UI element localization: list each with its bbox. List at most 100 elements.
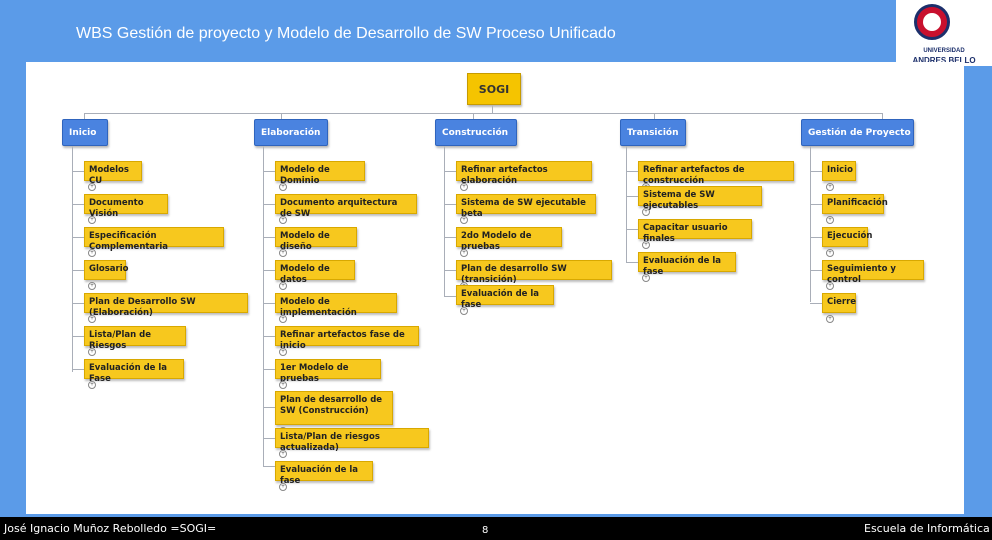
slide-title: WBS Gestión de proyecto y Modelo de Desa… — [76, 25, 616, 42]
expand-icon[interactable]: + — [642, 208, 650, 216]
branch — [810, 237, 822, 238]
branch — [263, 204, 275, 205]
branch — [263, 303, 275, 304]
branch — [626, 171, 638, 172]
expand-icon[interactable]: + — [642, 274, 650, 282]
branch — [444, 204, 456, 205]
expand-icon[interactable]: + — [826, 216, 834, 224]
expand-icon[interactable]: + — [826, 315, 834, 323]
expand-icon[interactable]: + — [88, 216, 96, 224]
expand-icon[interactable]: + — [279, 381, 287, 389]
wbs-item[interactable]: Documento Visión — [84, 194, 168, 219]
wbs-item[interactable]: Evaluación de la fase — [275, 461, 373, 486]
phase-inicio[interactable]: Inicio — [62, 119, 108, 146]
expand-icon[interactable]: + — [460, 249, 468, 257]
wbs-item[interactable]: 1er Modelo de pruebas — [275, 359, 381, 384]
branch — [263, 407, 275, 408]
branch — [810, 270, 822, 271]
wbs-item[interactable]: Evaluación de la fase — [638, 252, 736, 277]
branch — [263, 237, 275, 238]
wbs-item[interactable]: Modelo de diseño — [275, 227, 357, 252]
branch — [810, 303, 822, 304]
expand-icon[interactable]: + — [88, 249, 96, 257]
phase-construccion[interactable]: Construcción — [435, 119, 517, 146]
branch — [626, 196, 638, 197]
wbs-item[interactable]: Modelo de datos — [275, 260, 355, 285]
branch — [263, 336, 275, 337]
column-line — [626, 146, 627, 262]
expand-icon[interactable]: + — [279, 249, 287, 257]
footer-author: José Ignacio Muñoz Rebolledo =SOGI= — [4, 522, 217, 535]
wbs-item[interactable]: Modelo de Dominio — [275, 161, 365, 186]
expand-icon[interactable]: + — [88, 282, 96, 290]
wbs-item[interactable]: Seguimiento y control — [822, 260, 924, 285]
university-logo: UNIVERSIDAD ANDRES BELLO — [896, 0, 992, 66]
expand-icon[interactable]: + — [279, 216, 287, 224]
wbs-item[interactable]: Cierre — [822, 293, 856, 313]
column-line — [444, 146, 445, 296]
expand-icon[interactable]: + — [279, 483, 287, 491]
branch — [72, 171, 84, 172]
wbs-item[interactable]: Evaluación de la Fase — [84, 359, 184, 384]
expand-icon[interactable]: + — [88, 315, 96, 323]
wbs-item[interactable]: Plan de desarrollo de SW (Construcción) — [275, 391, 393, 425]
branch — [72, 303, 84, 304]
column-line — [263, 146, 264, 466]
expand-icon[interactable]: + — [88, 348, 96, 356]
wbs-item[interactable]: Capacitar usuario finales — [638, 219, 752, 244]
phase-gestion-proyecto[interactable]: Gestión de Proyecto — [801, 119, 914, 146]
branch — [444, 270, 456, 271]
branch — [72, 237, 84, 238]
branch — [72, 369, 84, 370]
wbs-item[interactable]: Plan de Desarrollo SW (Elaboración) — [84, 293, 248, 318]
wbs-canvas: SOGI Inicio Elaboración Construcción Tra… — [26, 62, 964, 514]
wbs-item[interactable]: Lista/Plan de riesgos actualizada) — [275, 428, 429, 453]
expand-icon[interactable]: + — [826, 282, 834, 290]
wbs-root-node[interactable]: SOGI — [467, 73, 521, 105]
wbs-item[interactable]: Documento arquitectura de SW — [275, 194, 417, 219]
wbs-item[interactable]: Evaluación de la fase — [456, 285, 554, 310]
branch — [444, 171, 456, 172]
expand-icon[interactable]: + — [279, 450, 287, 458]
wbs-item[interactable]: Modelos CU — [84, 161, 142, 186]
wbs-item[interactable]: Planificación — [822, 194, 888, 214]
wbs-item[interactable]: Inicio — [822, 161, 856, 181]
phase-transicion[interactable]: Transición — [620, 119, 686, 146]
wbs-item[interactable]: 2do Modelo de pruebas — [456, 227, 562, 252]
wbs-item[interactable]: Modelo de implementación — [275, 293, 397, 318]
branch — [263, 466, 275, 467]
logo-line-1: UNIVERSIDAD — [923, 48, 965, 54]
wbs-item[interactable]: Plan de desarrollo SW (transición) — [456, 260, 612, 285]
branch — [263, 270, 275, 271]
branch — [444, 237, 456, 238]
expand-icon[interactable]: + — [460, 307, 468, 315]
expand-icon[interactable]: + — [279, 183, 287, 191]
expand-icon[interactable]: + — [279, 348, 287, 356]
expand-icon[interactable]: + — [88, 183, 96, 191]
expand-icon[interactable]: + — [460, 183, 468, 191]
wbs-item[interactable]: Glosario — [84, 260, 128, 280]
expand-icon[interactable]: + — [826, 183, 834, 191]
expand-icon[interactable]: + — [460, 216, 468, 224]
wbs-item[interactable]: Especificación Complementaria — [84, 227, 224, 252]
wbs-item[interactable]: Refinar artefactos de construcción — [638, 161, 794, 186]
phase-connector — [84, 113, 882, 114]
expand-icon[interactable]: + — [642, 241, 650, 249]
expand-icon[interactable]: + — [88, 381, 96, 389]
wbs-item[interactable]: Lista/Plan de Riesgos — [84, 326, 186, 351]
column-line — [72, 146, 73, 372]
expand-icon[interactable]: + — [826, 249, 834, 257]
wbs-item[interactable]: Refinar artefactos fase de inicio — [275, 326, 419, 351]
university-seal-icon — [914, 4, 950, 40]
phase-elaboracion[interactable]: Elaboración — [254, 119, 328, 146]
expand-icon[interactable]: + — [279, 315, 287, 323]
wbs-item[interactable]: Ejecución — [822, 227, 872, 247]
wbs-item[interactable]: Refinar artefactos elaboración — [456, 161, 592, 186]
wbs-item[interactable]: Sistema de SW ejecutables — [638, 186, 762, 211]
column-line — [810, 146, 811, 302]
branch — [810, 171, 822, 172]
expand-icon[interactable]: + — [279, 282, 287, 290]
branch — [263, 438, 275, 439]
branch — [72, 204, 84, 205]
wbs-item[interactable]: Sistema de SW ejecutable beta — [456, 194, 596, 219]
